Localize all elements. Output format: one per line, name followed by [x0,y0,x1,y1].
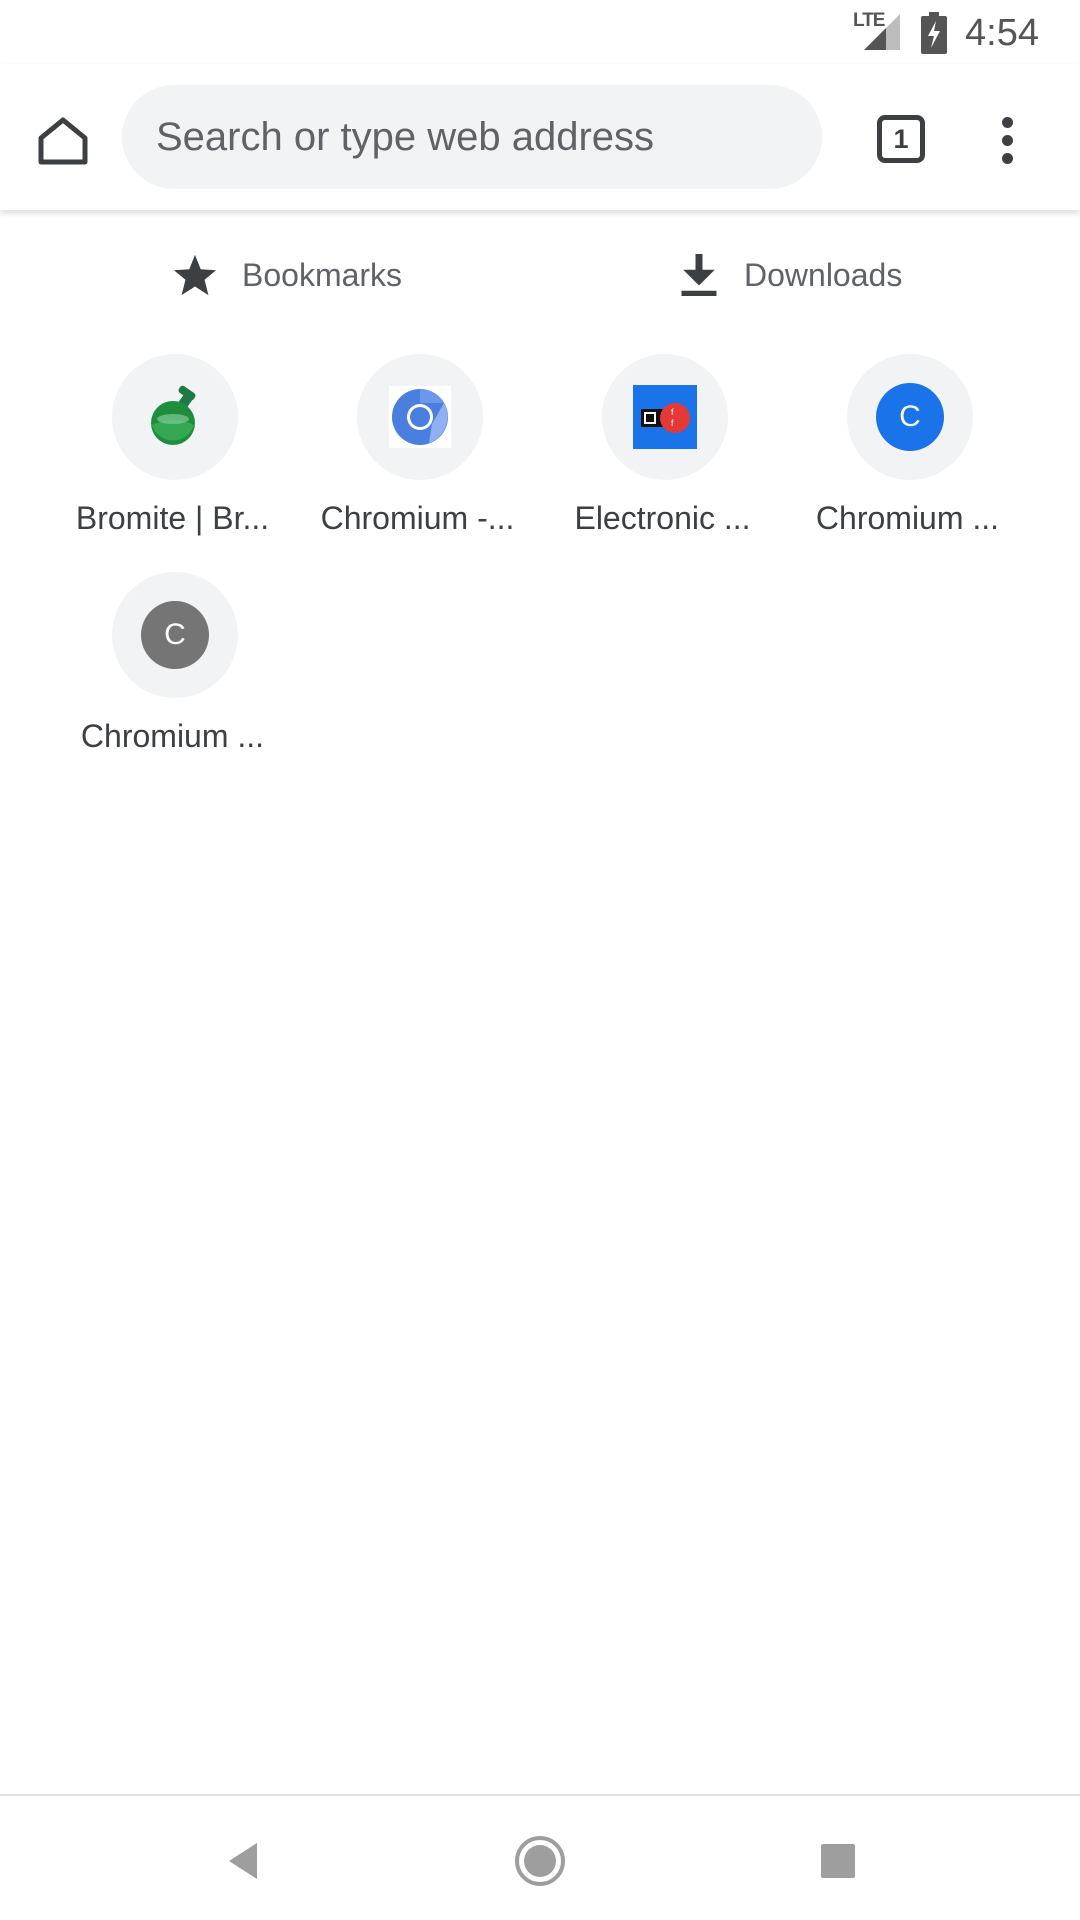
home-icon [515,1836,565,1886]
quick-actions: Bookmarks Downloads [0,230,1080,320]
search-placeholder: Search or type web address [156,114,655,159]
tile-icon-bg: C [112,572,238,698]
eff-icon: f f [633,385,697,449]
bookmarks-button[interactable]: Bookmarks [172,230,402,320]
status-bar: LTE 4:54 [0,0,1080,64]
browser-toolbar: Search or type web address 1 [0,64,1080,210]
downloads-button[interactable]: Downloads [678,230,902,320]
tile-chromium-2[interactable]: C Chromium ... [785,354,1030,554]
tile-icon-bg: C [847,354,973,480]
nav-home-button[interactable] [505,1826,575,1896]
signal-icon [864,14,900,50]
recents-button[interactable] [803,1826,873,1896]
download-icon [681,254,717,296]
tab-count-badge: 1 [877,115,925,163]
search-input[interactable]: Search or type web address [122,85,822,189]
tile-bromite[interactable]: Bromite | Br... [50,354,295,554]
letter-icon: C [876,383,944,451]
tile-icon-bg [357,354,483,480]
tile-title: Chromium ... [815,500,1000,536]
downloads-label: Downloads [744,256,903,293]
bromite-icon [151,385,196,445]
letter-icon-text: C [164,618,186,651]
tile-title: Chromium -... [320,500,515,536]
letter-icon: C [141,601,209,669]
tile-icon-bg [112,354,238,480]
star-icon [173,254,217,296]
tab-count: 1 [893,123,909,154]
chromium-icon [389,386,451,448]
battery-charging-icon [921,12,947,54]
letter-icon-text: C [899,400,921,433]
bookmarks-label: Bookmarks [242,256,403,293]
tile-title: Electronic ... [574,500,751,536]
tile-title: Chromium ... [80,718,265,754]
screen: LTE 4:54 Search or type web address 1 Bo… [0,0,1080,1920]
home-icon [38,117,88,165]
more-vert-icon[interactable] [984,104,1030,176]
tab-switcher-button[interactable]: 1 [876,114,926,164]
tile-icon-bg: f f [602,354,728,480]
tile-electronic[interactable]: f f Electronic ... [540,354,785,554]
tile-chromium-1[interactable]: Chromium -... [295,354,540,554]
back-button[interactable] [208,1826,278,1896]
clock: 4:54 [965,12,1039,54]
tile-title: Bromite | Br... [75,500,270,536]
back-icon [229,1843,257,1879]
home-button[interactable] [30,108,96,174]
recents-icon [821,1844,855,1878]
tile-chromium-3[interactable]: C Chromium ... [50,572,295,772]
navigation-bar [0,1794,1080,1920]
